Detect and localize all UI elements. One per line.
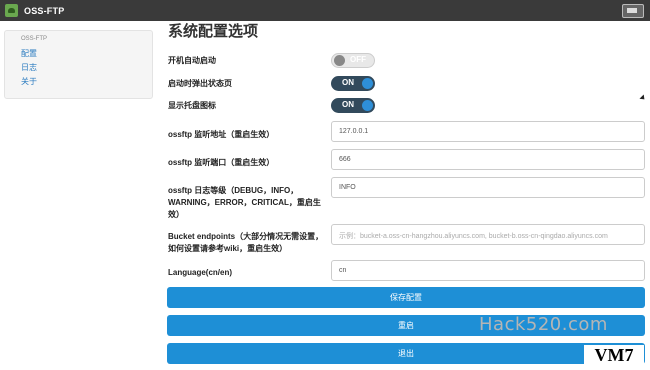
sidebar-item-config[interactable]: 配置 (21, 48, 37, 59)
toggle-knob (334, 55, 345, 66)
listen-port-input[interactable]: 666 (331, 149, 645, 170)
autostart-toggle[interactable]: OFF (331, 53, 375, 68)
autostart-label: 开机自动启动 (168, 56, 216, 65)
window-control-icon[interactable] (622, 4, 644, 18)
toggle-knob (362, 100, 373, 111)
page-title: 系统配置选项 (168, 23, 259, 40)
log-level-input[interactable]: INFO (331, 177, 645, 198)
exit-button[interactable]: 退出 (167, 343, 645, 364)
bucket-endpoints-label: Bucket endpoints（大部分情况无需设置，如何设置请参考wiki，重… (168, 232, 324, 253)
mouse-cursor-icon (639, 94, 647, 102)
bucket-endpoints-input[interactable]: 示例：bucket-a.oss-cn-hangzhou.aliyuncs.com… (331, 224, 645, 245)
sidebar-brand: OSS-FTP (21, 36, 48, 42)
popup-status-label: 启动时弹出状态页 (168, 79, 232, 88)
listen-port-label: ossftp 监听端口（重启生效） (168, 158, 275, 167)
window-titlebar: OSS-FTP (0, 0, 650, 21)
log-level-label: ossftp 日志等级（DEBUG，INFO，WARNING，ERROR，CRI… (168, 186, 321, 219)
popup-status-toggle[interactable]: ON (331, 76, 375, 91)
save-config-button[interactable]: 保存配置 (167, 287, 645, 308)
cloud-icon (5, 4, 18, 17)
vm7-badge: VM7 (584, 345, 644, 366)
language-label: Language(cn/en) (168, 268, 233, 277)
sidebar-item-log[interactable]: 日志 (21, 62, 37, 73)
window-title: OSS-FTP (24, 5, 65, 16)
toggle-state: OFF (350, 55, 366, 64)
toggle-knob (362, 78, 373, 89)
tray-icon-label: 显示托盘图标 (168, 101, 216, 110)
listen-address-input[interactable]: 127.0.0.1 (331, 121, 645, 142)
sidebar-item-about[interactable]: 关于 (21, 76, 37, 87)
watermark: Hack520.com (479, 314, 608, 335)
tray-icon-toggle[interactable]: ON (331, 98, 375, 113)
sidebar: OSS-FTP 配置 日志 关于 (4, 30, 153, 99)
toggle-state: ON (342, 78, 354, 87)
listen-address-label: ossftp 监听地址（重启生效） (168, 130, 275, 139)
toggle-state: ON (342, 100, 354, 109)
language-input[interactable]: cn (331, 260, 645, 281)
